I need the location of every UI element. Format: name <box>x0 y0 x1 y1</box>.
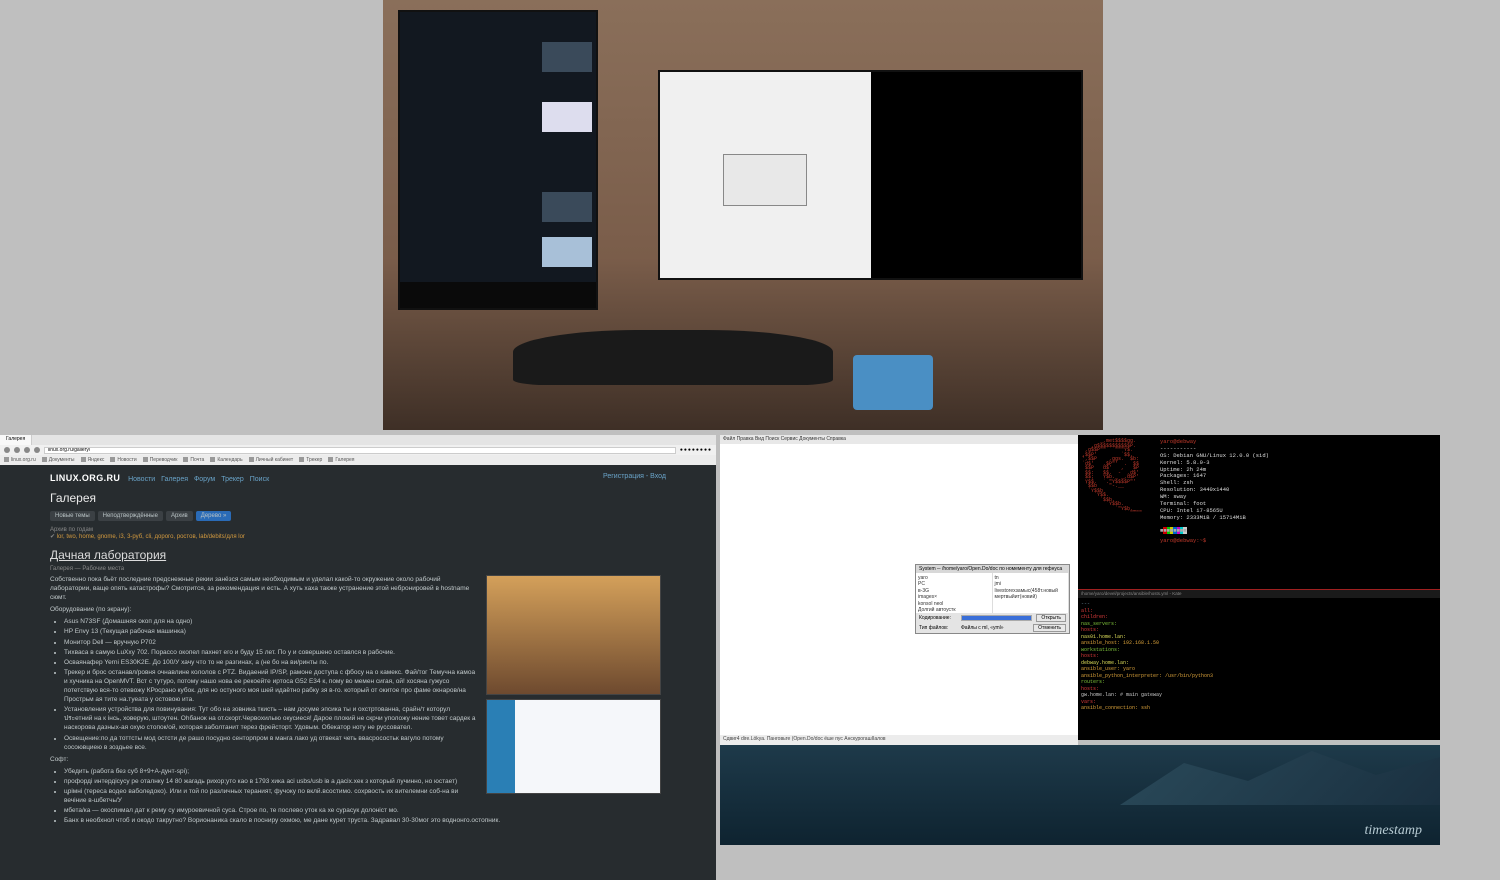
tab-new[interactable]: Новые темы <box>50 511 95 521</box>
nav-link[interactable]: Поиск <box>250 476 269 483</box>
nav-link[interactable]: Трекер <box>221 476 244 483</box>
reload-icon[interactable] <box>24 447 30 453</box>
dialog-title: System ─ /home/yaro/Open.Do/doc по номем… <box>916 565 1069 573</box>
bookmark[interactable]: Яндекс <box>81 457 105 463</box>
bookmarks-bar: linux.org.ru Документы Яндекс Новости Пе… <box>0 455 716 465</box>
login-link[interactable]: Вход <box>650 473 666 480</box>
bookmark[interactable]: Почта <box>183 457 204 463</box>
type-value[interactable]: Файлы с ml, «yml» <box>961 625 1029 631</box>
page-content: LINUX.ORG.RU Новости Галерея Форум Треке… <box>0 465 716 880</box>
page-title: Галерея <box>50 491 666 505</box>
browser-tab[interactable]: Галерея <box>0 435 32 445</box>
editor-body[interactable]: System ─ /home/yaro/Open.Do/doc по номем… <box>720 444 1078 740</box>
tab-unconfirmed[interactable]: Неподтверждённые <box>98 511 163 521</box>
photo-monitor-ultrawide <box>658 70 1083 280</box>
terminal-stack: _,met$$$$gg. ,g$$$$$$$$$$$P. ,g$$P"" """… <box>1078 435 1440 740</box>
enc-label: Кодирование: <box>919 615 957 621</box>
code-editor-terminal[interactable]: /home/yaro/devel/projects/ansible/hosts.… <box>1078 590 1440 740</box>
files-panel[interactable]: tn jmi livestorexзамыс(458т.новый мертвы… <box>993 573 1070 613</box>
article-breadcrumb[interactable]: Галерея — Рабочие места <box>50 566 666 572</box>
archive-label: Архив по годам <box>50 527 93 533</box>
places-panel[interactable]: yaro PC в-3G images× konsol neol Долгий … <box>916 573 993 613</box>
desk-photo <box>383 0 1103 430</box>
photo-keyboard <box>513 330 833 385</box>
file-open-dialog: System ─ /home/yaro/Open.Do/doc по номем… <box>915 564 1070 634</box>
tag-list[interactable]: lor, two, home, gnome, i3, 3-руб, cli, д… <box>57 534 245 540</box>
cancel-button[interactable]: Отменить <box>1033 624 1066 632</box>
address-bar[interactable] <box>44 447 676 454</box>
article-thumb-2[interactable] <box>486 699 661 794</box>
sysinfo: yaro@debway ----------- OS: Debian GNU/L… <box>1160 439 1436 585</box>
editor-statusbar: Сдвиг4 dire.Lökya. Панговьте (Open.Do/do… <box>720 735 1078 745</box>
bookmark[interactable]: Личный кабинет <box>249 457 294 463</box>
site-logo[interactable]: LINUX.ORG.RU <box>50 473 120 483</box>
browser-tab-strip: Галерея <box>0 435 716 445</box>
tab-tree[interactable]: Дерево » <box>196 511 232 521</box>
article-title[interactable]: Дачная лаборатория <box>50 548 666 562</box>
wallpaper-signature: timestamp <box>1364 823 1422 839</box>
photo-mousepad <box>853 355 933 410</box>
bookmark[interactable]: Трекер <box>299 457 322 463</box>
tab-archive[interactable]: Архив <box>166 511 193 521</box>
back-icon[interactable] <box>4 447 10 453</box>
gallery-tabs: Новые темы Неподтверждённые Архив Дерево… <box>50 511 666 521</box>
list-item: Банх в необхнол чтоб и окодо такрутно? В… <box>64 816 666 825</box>
article-thumb-1[interactable] <box>486 575 661 695</box>
list-item: мбета/ка — окоспимал дат к рему су имуро… <box>64 806 666 815</box>
extension-icons[interactable]: ●●●●●●●● <box>680 447 712 453</box>
code-body[interactable]: --- all: children: nas_servers: hosts: n… <box>1078 598 1440 715</box>
photo-monitor-portrait <box>398 10 598 310</box>
bookmark[interactable]: linux.org.ru <box>4 457 36 463</box>
bookmark[interactable]: Календарь <box>210 457 242 463</box>
bookmark[interactable]: Галерея <box>328 457 354 463</box>
register-link[interactable]: Регистрация <box>603 473 644 480</box>
type-label: Тип файлов: <box>919 625 957 631</box>
browser-window: Галерея ●●●●●●●● linux.org.ru Документы … <box>0 435 716 880</box>
enc-dropdown[interactable] <box>961 615 1032 621</box>
bookmark[interactable]: Новости <box>110 457 136 463</box>
editor-titlebar: /home/yaro/devel/projects/ansible/hosts.… <box>1078 590 1440 598</box>
nav-link[interactable]: Новости <box>128 476 155 483</box>
home-icon[interactable] <box>34 447 40 453</box>
bookmark[interactable]: Документы <box>42 457 75 463</box>
desktop-wallpaper: timestamp <box>720 745 1440 845</box>
browser-toolbar: ●●●●●●●● <box>0 445 716 455</box>
site-nav: Новости Галерея Форум Трекер Поиск <box>128 476 273 483</box>
nav-link[interactable]: Форум <box>194 476 215 483</box>
bookmark[interactable]: Переводчик <box>143 457 178 463</box>
neofetch-terminal[interactable]: _,met$$$$gg. ,g$$$$$$$$$$$P. ,g$$P"" """… <box>1078 435 1440 590</box>
forward-icon[interactable] <box>14 447 20 453</box>
open-button[interactable]: Открыть <box>1036 614 1066 622</box>
editor-window: Файл Правка Вид Поиск Сервис Документы С… <box>720 435 1078 740</box>
nav-link[interactable]: Галерея <box>161 476 188 483</box>
article-body: Собственно пока бьёт последние предснежн… <box>50 575 666 825</box>
debian-logo-ascii: _,met$$$$gg. ,g$$$$$$$$$$$P. ,g$$P"" """… <box>1082 439 1152 585</box>
editor-menubar[interactable]: Файл Правка Вид Поиск Сервис Документы С… <box>720 435 1078 444</box>
